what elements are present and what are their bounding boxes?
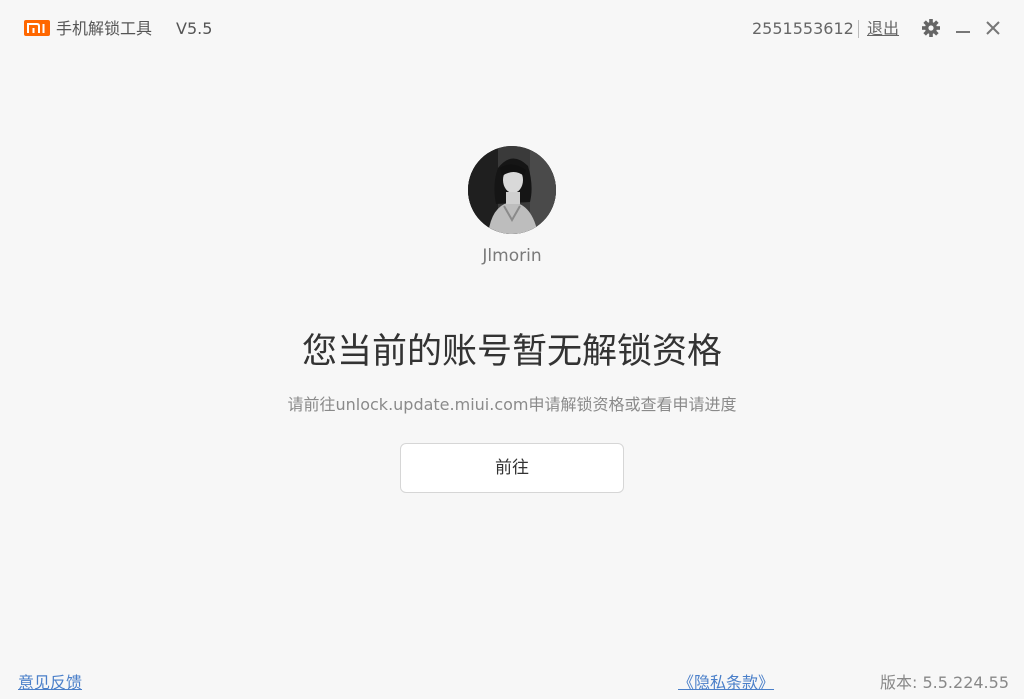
account-id: 2551553612 [752, 19, 854, 38]
instruction-text: 请前往unlock.update.miui.com申请解锁资格或查看申请进度 [287, 395, 737, 414]
go-button[interactable]: 前往 [400, 443, 624, 493]
avatar [468, 146, 556, 234]
unlock-tool-window: 手机解锁工具 V5.5 2551553612 退出 Jlmorin 您当前的账号… [0, 0, 1024, 699]
version-info: 版本: 5.5.224.55 [880, 673, 1009, 692]
app-version: V5.5 [176, 19, 213, 38]
app-title: 手机解锁工具 [56, 19, 153, 38]
mi-logo-icon [24, 20, 50, 36]
close-button[interactable] [982, 16, 1004, 40]
feedback-link[interactable]: 意见反馈 [18, 672, 82, 694]
page-title: 您当前的账号暂无解锁资格 [301, 332, 722, 372]
account-separator [858, 20, 859, 38]
minimize-button[interactable] [952, 16, 974, 40]
privacy-policy-link[interactable]: 《隐私条款》 [678, 672, 774, 694]
title-bar: 手机解锁工具 V5.5 2551553612 退出 [0, 0, 1024, 56]
minimize-icon [956, 31, 970, 33]
logout-link[interactable]: 退出 [867, 18, 899, 40]
close-icon [986, 21, 1000, 35]
avatar-image [468, 146, 556, 234]
gear-icon [922, 19, 940, 37]
settings-button[interactable] [920, 16, 942, 40]
username: Jlmorin [482, 246, 542, 266]
